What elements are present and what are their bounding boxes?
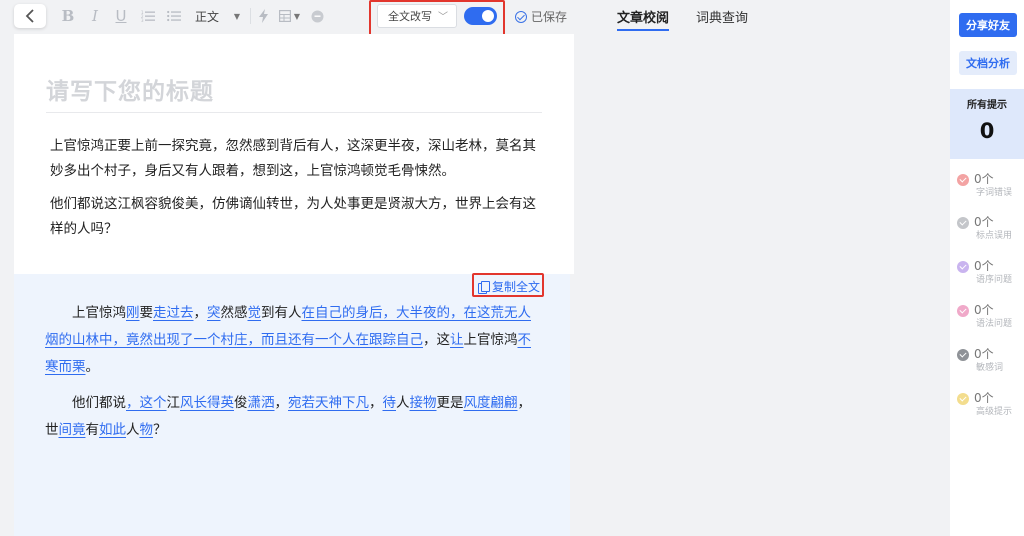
rewritten-segment[interactable]: 觉 — [248, 305, 262, 321]
rewritten-segment[interactable]: 待 — [383, 395, 397, 411]
rewritten-segment[interactable]: 个 — [153, 395, 167, 411]
tip-label: 语法问题 — [976, 319, 1013, 329]
rewritten-segment[interactable]: 宛若天神下凡 — [288, 395, 369, 411]
table-dropdown-icon[interactable]: ▼ — [293, 6, 301, 26]
rewritten-segment[interactable]: 走过去 — [153, 305, 194, 321]
bold-icon[interactable]: B — [60, 6, 76, 26]
rewritten-segment[interactable]: 物 — [140, 422, 154, 438]
rewritten-segment[interactable]: ，这 — [126, 395, 153, 411]
tab-dictionary[interactable]: 词典查询 — [696, 7, 748, 26]
text-segment: 人 — [126, 422, 140, 438]
check-circle-icon — [957, 217, 969, 229]
copy-all-button[interactable]: 复制全文 — [478, 278, 540, 295]
editor-toolbar: B I U 123 正文 ▼ ▼ 全文改写 ﹀ 已保存 文章校阅 词典查询 — [0, 0, 950, 37]
result-paragraph: 他们都说，这个江风长得英俊潇洒，宛若天神下凡，待人接物更是风度翩翩，世间竟有如此… — [45, 390, 531, 444]
chevron-left-icon — [25, 9, 34, 23]
check-circle-icon — [515, 10, 527, 23]
tip-category-item[interactable]: 0个 标点误用 — [957, 213, 1021, 243]
rewrite-toggle[interactable] — [464, 7, 497, 25]
all-tips-count: 0 — [979, 119, 995, 143]
text-segment: 上官惊鸿 — [463, 332, 518, 348]
tip-label: 高级提示 — [976, 407, 1013, 417]
check-circle-icon — [957, 349, 969, 361]
rewrite-mode-label: 全文改写 — [388, 10, 432, 23]
paragraph: 上官惊鸿正要上前一探究竟，忽然感到背后有人，这深更半夜，深山老林，莫名其妙多出个… — [50, 138, 536, 179]
saved-label: 已保存 — [531, 10, 568, 24]
copy-all-label: 复制全文 — [492, 280, 541, 294]
tip-label: 敏感词 — [976, 363, 1004, 373]
text-segment: ？ — [153, 422, 167, 438]
document-analysis-button[interactable]: 文档分析 — [959, 51, 1017, 75]
rewritten-segment[interactable]: 刚 — [126, 305, 140, 321]
back-button[interactable] — [14, 4, 46, 28]
ordered-list-icon[interactable]: 123 — [140, 6, 156, 26]
text-segment: ， — [274, 395, 289, 411]
rewrite-mode-select[interactable]: 全文改写 ﹀ — [377, 4, 457, 28]
rewritten-segment[interactable]: 间竟 — [59, 422, 86, 438]
tip-category-item[interactable]: 0个 语法问题 — [957, 301, 1021, 331]
all-tips-summary[interactable]: 所有提示 0 — [950, 89, 1024, 159]
text-segment: 然感 — [220, 305, 248, 321]
italic-icon[interactable]: I — [88, 6, 102, 26]
text-segment: 江 — [166, 395, 181, 411]
rewritten-segment[interactable]: 接物 — [410, 395, 437, 411]
text-segment: 俊 — [234, 395, 248, 411]
rewrite-result-text: 上官惊鸿刚要走过去，突然感觉到有人在自己的身后，大半夜的，在这荒无人烟的山林中，… — [45, 300, 531, 453]
copy-icon — [478, 280, 490, 294]
tip-category-item[interactable]: 0个 高级提示 — [957, 389, 1021, 419]
chevron-down-icon: ﹀ — [438, 12, 448, 23]
check-circle-icon — [957, 393, 969, 405]
svg-text:3: 3 — [141, 18, 144, 22]
text-segment: ，这 — [423, 332, 450, 348]
flash-icon[interactable] — [256, 6, 270, 26]
text-segment: 到有人 — [261, 305, 302, 321]
table-icon[interactable] — [278, 6, 292, 26]
tip-label: 字词错误 — [976, 188, 1013, 198]
check-circle-icon — [957, 305, 969, 317]
text-segment: 要 — [139, 305, 154, 321]
tip-category-item[interactable]: 0个 字词错误 — [957, 170, 1021, 200]
quote-icon[interactable] — [310, 6, 324, 26]
text-segment: 上官惊鸿 — [72, 305, 126, 321]
text-segment: 更是 — [436, 395, 464, 411]
chevron-down-icon[interactable]: ▼ — [233, 6, 241, 26]
result-paragraph: 上官惊鸿刚要走过去，突然感觉到有人在自己的身后，大半夜的，在这荒无人烟的山林中，… — [45, 300, 531, 381]
document-editor[interactable]: 请写下您的标题 上官惊鸿正要上前一探究竟，忽然感到背后有人，这深更半夜，深山老林… — [14, 34, 574, 274]
text-segment: ， — [369, 395, 383, 411]
text-segment: 他们都说 — [72, 395, 126, 411]
underline-icon[interactable]: U — [113, 6, 129, 26]
rewritten-segment[interactable]: 风度翩翩 — [464, 395, 518, 411]
paragraph: 他们都说这江枫容貌俊美，仿佛谪仙转世，为人处事更是贤淑大方，世界上会有这样的人吗… — [50, 196, 536, 237]
text-segment: 人 — [396, 395, 410, 411]
rewritten-segment[interactable]: 让 — [450, 332, 464, 348]
all-tips-label: 所有提示 — [967, 100, 1007, 111]
check-circle-icon — [957, 261, 969, 273]
rewritten-segment[interactable]: 风长得英 — [180, 395, 234, 411]
text-segment: 。 — [85, 359, 100, 375]
check-circle-icon — [957, 174, 969, 186]
tip-label: 语序问题 — [976, 275, 1013, 285]
rewritten-segment[interactable]: 如此 — [99, 422, 126, 438]
tab-proofread[interactable]: 文章校阅 — [617, 7, 670, 31]
share-button[interactable]: 分享好友 — [959, 13, 1017, 37]
toolbar-divider — [250, 8, 251, 24]
rewritten-segment[interactable]: 潇洒 — [248, 395, 275, 411]
document-body[interactable]: 上官惊鸿正要上前一探究竟，忽然感到背后有人，这深更半夜，深山老林，莫名其妙多出个… — [50, 134, 540, 250]
tip-category-item[interactable]: 0个 语序问题 — [957, 257, 1021, 287]
tip-label: 标点误用 — [976, 231, 1013, 241]
paragraph-style-select[interactable]: 正文 — [194, 6, 220, 26]
bullet-list-icon[interactable] — [166, 6, 182, 26]
tip-category-item[interactable]: 0个 敏感词 — [957, 345, 1021, 375]
text-segment: 有 — [85, 422, 100, 438]
text-segment: ， — [193, 305, 208, 321]
title-input[interactable]: 请写下您的标题 — [46, 72, 542, 113]
saved-status: 已保存 — [515, 8, 567, 25]
rewritten-segment[interactable]: 突 — [207, 305, 221, 321]
